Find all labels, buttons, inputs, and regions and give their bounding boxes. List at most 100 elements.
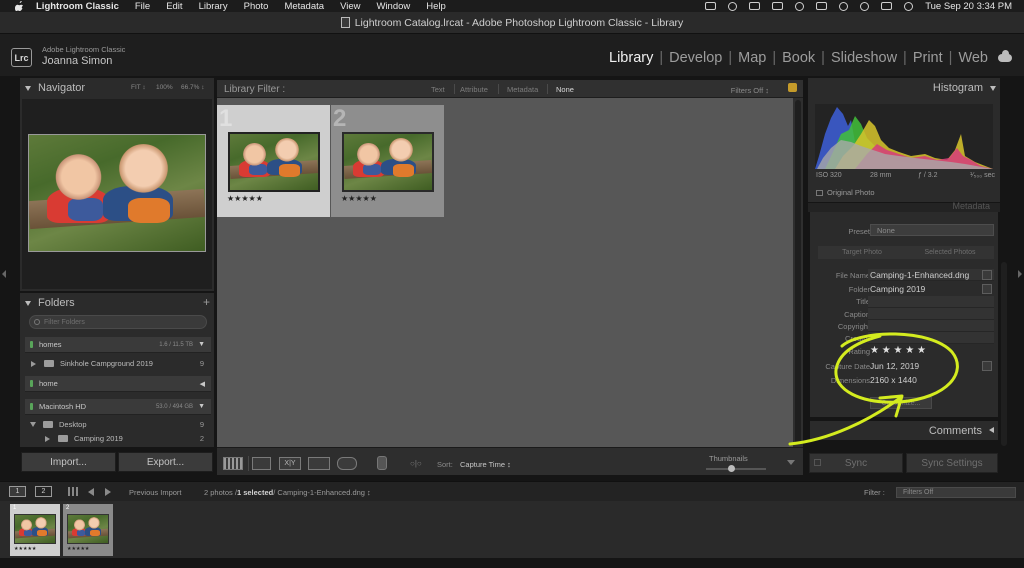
navigator-preview[interactable] (22, 99, 212, 289)
menu-metadata[interactable]: Metadata (284, 1, 324, 12)
menu-edit[interactable]: Edit (166, 1, 182, 12)
filter-none[interactable]: None (556, 85, 574, 94)
menu-help[interactable]: Help (426, 1, 446, 12)
folder-row[interactable]: Sinkhole Campground 2019 9 (25, 357, 211, 370)
folder-search-input[interactable]: Filter Folders (29, 315, 207, 329)
filmstrip-cell-selected[interactable]: 1 ★★★★★ (10, 504, 60, 556)
sync-settings-button[interactable]: Sync Settings (906, 453, 998, 473)
screen-record-icon[interactable] (705, 2, 717, 10)
painter-spray-icon[interactable] (377, 456, 387, 470)
rating-stars[interactable]: ★ ★ ★ ★ ★ (870, 345, 926, 356)
right-panel-toggle-icon[interactable] (1018, 270, 1022, 278)
filmstrip-filter-dropdown[interactable]: Filters Off (896, 487, 1016, 498)
upload-icon[interactable] (749, 2, 761, 10)
wifi-icon[interactable] (839, 1, 849, 11)
filmstrip-cell[interactable]: 2 ★★★★★ (63, 504, 113, 556)
secondary-window-button[interactable]: 2 (35, 486, 52, 497)
histogram-header[interactable]: Histogram (808, 78, 998, 98)
folder-goto-button[interactable] (982, 284, 992, 294)
import-button[interactable]: Import... (21, 452, 116, 472)
file-name-value[interactable]: Camping-1-Enhanced.dng (870, 270, 969, 280)
thumbnail[interactable] (342, 132, 434, 192)
selected-photos-tab[interactable]: Selected Photos (906, 246, 994, 259)
spotlight-icon[interactable] (860, 1, 870, 11)
title-field[interactable] (868, 296, 994, 308)
sort-direction-icon[interactable]: ○|○ (410, 459, 422, 468)
cloud-icon[interactable] (998, 50, 1012, 62)
navigator-photo[interactable] (28, 134, 206, 252)
preset-dropdown[interactable]: None (870, 224, 994, 236)
volume-toggle-icon[interactable]: ▼ (198, 403, 205, 410)
module-slideshow[interactable]: Slideshow (831, 50, 897, 66)
toolbar-options-icon[interactable] (787, 460, 795, 465)
grid-cell[interactable]: 2 ★★★★★ (331, 105, 444, 217)
caption-field[interactable] (868, 308, 994, 320)
volume-macintosh-hd[interactable]: Macintosh HD 53.0 / 494 GB ▼ (25, 399, 211, 415)
grid-scrollbar[interactable] (793, 98, 803, 447)
thumbnail[interactable] (228, 132, 320, 192)
mail-icon[interactable] (772, 2, 784, 10)
zoom-100[interactable]: 100% (156, 84, 173, 91)
customize-button[interactable]: Customize... (870, 397, 932, 409)
filmstrip-source[interactable]: Previous Import (129, 488, 182, 497)
copyright-field[interactable] (868, 320, 994, 332)
filter-text[interactable]: Text (431, 85, 445, 94)
filmstrip-count[interactable]: 2 photos /1 selected/ Camping-1-Enhanced… (204, 488, 371, 497)
lock-icon[interactable] (788, 83, 797, 92)
menu-library[interactable]: Library (199, 1, 228, 12)
comments-header[interactable]: Comments (810, 421, 998, 440)
battery-icon[interactable] (816, 2, 828, 10)
people-view-button[interactable] (337, 457, 357, 470)
grid-view[interactable]: 1 ★★★★★ 2 ★★★★★ (217, 98, 793, 447)
filmstrip[interactable]: 1 ★★★★★ 2 ★★★★★ (0, 501, 1024, 558)
menubar-clock[interactable]: Tue Sep 20 3:34 PM (925, 1, 1012, 12)
compare-view-button[interactable]: X|Y (279, 457, 301, 470)
star-rating[interactable]: ★★★★★ (227, 194, 263, 203)
expand-triangle-icon[interactable] (45, 435, 50, 442)
menu-view[interactable]: View (340, 1, 360, 12)
main-window-button[interactable]: 1 (9, 486, 26, 497)
left-panel-toggle-icon[interactable] (2, 270, 6, 278)
creator-field[interactable] (868, 332, 994, 344)
menu-window[interactable]: Window (376, 1, 410, 12)
navigator-header[interactable]: Navigator (25, 78, 85, 98)
volume-homes[interactable]: homes 1.6 / 11.5 TB ▼ (25, 337, 211, 353)
module-library[interactable]: Library (609, 50, 653, 66)
collapse-triangle-icon[interactable] (30, 422, 36, 427)
grid-view-button[interactable] (223, 457, 243, 470)
filter-metadata[interactable]: Metadata (507, 85, 538, 94)
zoom-fit[interactable]: FIT ↕ (131, 84, 146, 91)
original-photo-toggle[interactable]: Original Photo (816, 188, 875, 197)
filter-presets-dropdown[interactable]: Filters Off ↕ (731, 86, 769, 95)
filmstrip-thumbnail[interactable] (67, 514, 109, 544)
apple-icon[interactable] (12, 1, 26, 11)
forward-arrow-icon[interactable] (105, 488, 111, 496)
back-arrow-icon[interactable] (88, 488, 94, 496)
filmstrip-thumbnail[interactable] (14, 514, 56, 544)
control-center-icon[interactable] (881, 2, 893, 10)
filter-attribute[interactable]: Attribute (460, 85, 488, 94)
folder-row[interactable]: Desktop 9 (25, 418, 211, 431)
capture-date-edit-button[interactable] (982, 361, 992, 371)
module-develop[interactable]: Develop (669, 50, 722, 66)
bluetooth-icon[interactable] (795, 1, 805, 11)
export-button[interactable]: Export... (118, 452, 213, 472)
sync-button[interactable]: Sync (809, 453, 903, 473)
folder-row-selected[interactable]: Camping 2019 2 (25, 432, 211, 445)
module-book[interactable]: Book (782, 50, 815, 66)
module-map[interactable]: Map (738, 50, 766, 66)
loupe-view-button[interactable] (252, 457, 271, 470)
siri-icon[interactable] (904, 1, 914, 11)
grid-icon[interactable] (68, 487, 78, 496)
folders-header[interactable]: Folders + (25, 293, 213, 313)
volume-toggle-icon[interactable]: ◀ (200, 380, 205, 388)
expand-triangle-icon[interactable] (31, 360, 36, 367)
sync-toggle-icon[interactable] (814, 459, 821, 466)
volume-home[interactable]: home ◀ (25, 376, 211, 392)
module-web[interactable]: Web (958, 50, 988, 66)
menu-app-name[interactable]: Lightroom Classic (36, 1, 119, 12)
thumbnail-size-slider-knob[interactable] (728, 465, 735, 472)
module-print[interactable]: Print (913, 50, 943, 66)
grid-cell-selected[interactable]: 1 ★★★★★ (217, 105, 330, 217)
record-icon[interactable] (728, 1, 738, 11)
